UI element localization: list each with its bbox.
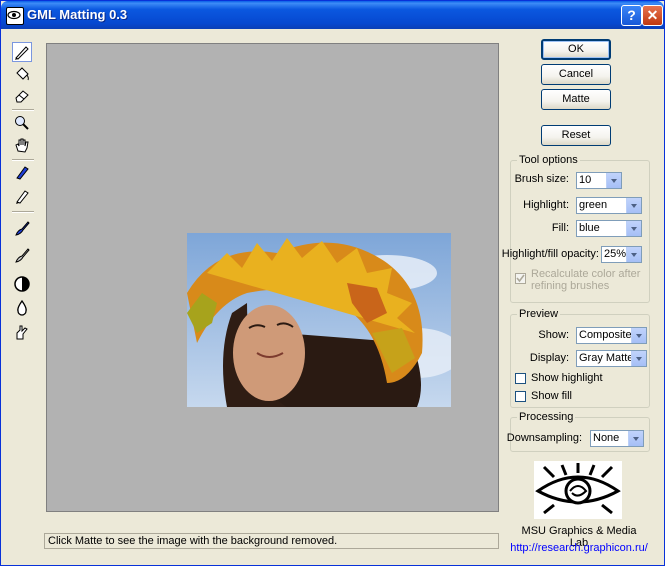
portrait-photo <box>187 233 451 407</box>
zoom-icon[interactable] <box>13 114 33 134</box>
chevron-down-icon[interactable] <box>606 173 621 188</box>
highlight-label: Highlight: <box>523 199 569 211</box>
processing-group: Processing Downsampling: None <box>506 411 650 452</box>
chevron-down-icon[interactable] <box>631 328 646 343</box>
show-fill-label: Show fill <box>531 390 572 402</box>
downsampling-select[interactable]: None <box>590 430 644 447</box>
brush-size-label: Brush size: <box>514 173 569 185</box>
recalculate-label-line2: refining brushes <box>531 280 610 292</box>
fill-value: blue <box>579 222 600 234</box>
fill-bucket-icon[interactable] <box>13 65 33 85</box>
tool-options-group: Tool options Brush size: 10 Highlight: g… <box>502 154 650 303</box>
reset-button[interactable]: Reset <box>541 125 611 146</box>
lab-url-link[interactable]: http://research.graphicon.ru/ <box>509 542 649 554</box>
brush-size-value: 10 <box>579 174 592 186</box>
toolbar-separator <box>12 211 34 213</box>
fill-select[interactable]: blue <box>576 220 642 237</box>
toolbar-separator <box>12 159 34 161</box>
image-canvas[interactable] <box>46 43 499 512</box>
chevron-down-icon[interactable] <box>631 351 646 366</box>
msu-eye-logo-icon <box>534 461 622 519</box>
blue-brush-icon[interactable] <box>13 219 33 239</box>
matte-button[interactable]: Matte <box>541 89 611 110</box>
opacity-value: 25% <box>604 248 627 260</box>
chevron-down-icon[interactable] <box>628 431 643 446</box>
check-icon <box>516 274 525 283</box>
toolbar-separator <box>12 109 34 111</box>
chevron-down-icon[interactable] <box>626 198 641 213</box>
processing-title: Processing <box>517 411 576 423</box>
title-bar[interactable]: GML Matting 0.3 ? ✕ <box>1 1 664 29</box>
eraser-icon[interactable] <box>13 86 33 106</box>
status-bar: Click Matte to see the image with the ba… <box>44 533 499 549</box>
window-title: GML Matting 0.3 <box>27 7 128 22</box>
eye-app-icon <box>6 7 24 25</box>
show-label: Show: <box>538 329 569 341</box>
recalculate-label-line1: Recalculate color after <box>531 268 641 280</box>
show-fill-checkbox[interactable] <box>515 391 526 402</box>
pencil-icon[interactable] <box>13 187 33 207</box>
downsampling-label: Downsampling: <box>506 432 582 444</box>
hand-icon[interactable] <box>13 136 33 156</box>
opacity-select[interactable]: 25% <box>601 246 642 263</box>
opacity-label: Highlight/fill opacity: <box>501 248 599 260</box>
highlight-value: green <box>579 199 608 211</box>
fill-label: Fill: <box>551 222 569 234</box>
smudge-icon[interactable] <box>13 323 33 343</box>
cancel-button[interactable]: Cancel <box>541 64 611 85</box>
display-select[interactable]: Gray Matte <box>576 350 647 367</box>
tool-options-title: Tool options <box>517 154 580 166</box>
tool-palette <box>9 39 37 349</box>
drop-icon[interactable] <box>13 299 33 319</box>
show-highlight-checkbox[interactable] <box>515 373 526 384</box>
preview-group: Preview Show: Composite Display: Gray Ma… <box>510 308 650 408</box>
contrast-icon[interactable] <box>13 275 33 295</box>
show-highlight-label: Show highlight <box>531 372 603 384</box>
brush-tool-icon[interactable] <box>12 42 32 62</box>
display-value: Gray Matte <box>579 352 634 364</box>
preview-title: Preview <box>517 308 561 320</box>
blue-marker-icon[interactable] <box>13 163 33 183</box>
chevron-down-icon[interactable] <box>626 221 641 236</box>
show-value: Composite <box>579 329 632 341</box>
ok-button[interactable]: OK <box>541 39 611 60</box>
display-label: Display: <box>529 352 569 364</box>
chevron-down-icon[interactable] <box>626 247 641 262</box>
recalculate-checkbox[interactable] <box>515 273 526 284</box>
brush-size-select[interactable]: 10 <box>576 172 622 189</box>
app-window: GML Matting 0.3 ? ✕ OK Cancel Matte Rese… <box>0 0 665 566</box>
downsampling-value: None <box>593 432 620 444</box>
gray-brush-icon[interactable] <box>13 246 33 266</box>
highlight-select[interactable]: green <box>576 197 642 214</box>
close-button[interactable]: ✕ <box>642 5 663 26</box>
help-button[interactable]: ? <box>621 5 642 26</box>
show-select[interactable]: Composite <box>576 327 647 344</box>
